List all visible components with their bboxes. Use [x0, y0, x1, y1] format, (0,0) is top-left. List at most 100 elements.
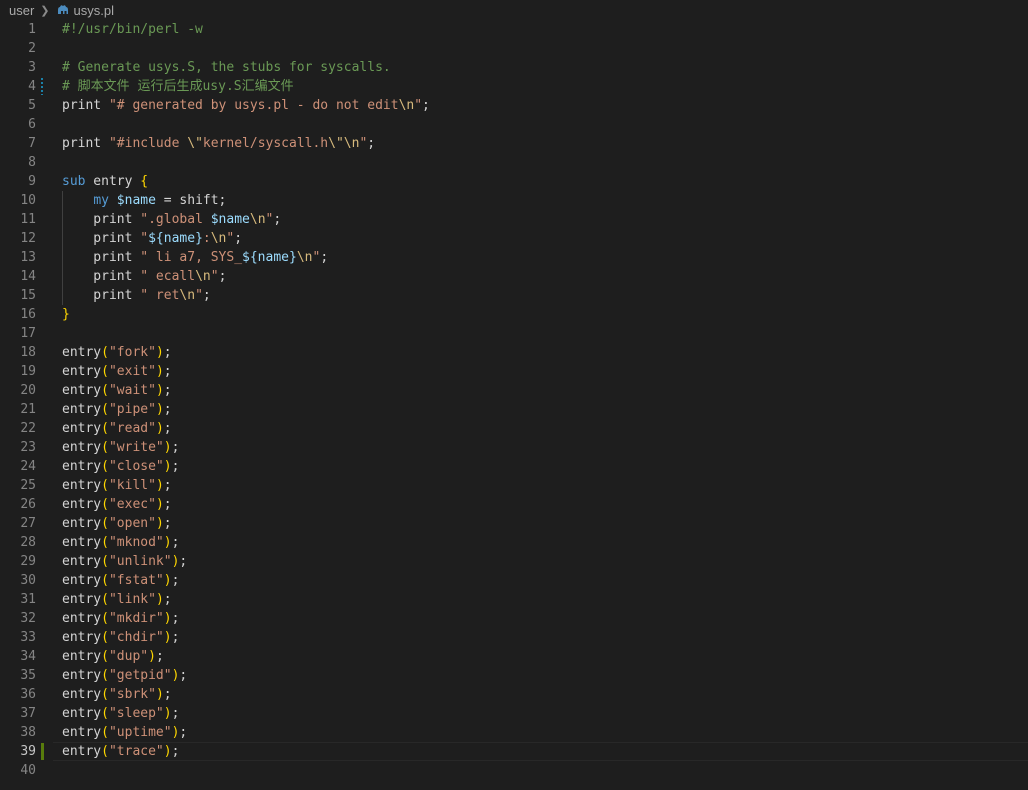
code-line[interactable]: 18 entry("fork"); — [0, 343, 1028, 362]
line-number: 36 — [20, 687, 36, 702]
code-token: "write" — [108, 440, 164, 455]
code-line[interactable]: 21 entry("pipe"); — [0, 400, 1028, 419]
code-token: " li a7, SYS_ — [140, 250, 243, 265]
code-line[interactable]: 9 sub entry { — [0, 172, 1028, 191]
code-line[interactable]: 7 print "#include \"kernel/syscall.h\"\n"… — [0, 134, 1028, 153]
code-line[interactable]: 4 # 脚本文件 运行后生成usy.S汇编文件 — [0, 77, 1028, 96]
code-line[interactable]: 32 entry("mkdir"); — [0, 609, 1028, 628]
code-line[interactable]: 6 — [0, 115, 1028, 134]
line-number: 15 — [20, 288, 36, 303]
line-number: 37 — [20, 706, 36, 721]
code-token: ( — [101, 744, 109, 759]
code-token: print — [62, 98, 109, 113]
code-line[interactable]: 36 entry("sbrk"); — [0, 685, 1028, 704]
code-token: entry — [62, 364, 102, 379]
code-token: ; — [422, 98, 430, 113]
code-line[interactable]: 25 entry("kill"); — [0, 476, 1028, 495]
code-editor[interactable]: 1 #!/usr/bin/perl -w 2 3 # Generate usys.S, … — [0, 20, 1028, 780]
code-text: entry("fork"); — [62, 343, 172, 362]
code-line[interactable]: 2 — [0, 39, 1028, 58]
code-line[interactable]: 33 entry("chdir"); — [0, 628, 1028, 647]
code-token: ; — [179, 668, 188, 683]
code-line[interactable]: 16} — [0, 305, 1028, 324]
code-line[interactable]: 38 entry("uptime"); — [0, 723, 1028, 742]
code-line[interactable]: 23 entry("write"); — [0, 438, 1028, 457]
code-line[interactable]: 22 entry("read"); — [0, 419, 1028, 438]
code-token: entry — [62, 497, 102, 512]
code-line[interactable]: 1 #!/usr/bin/perl -w — [0, 20, 1028, 39]
code-line[interactable]: 26 entry("exec"); — [0, 495, 1028, 514]
code-line[interactable]: 27 entry("open"); — [0, 514, 1028, 533]
code-token: "wait" — [108, 383, 156, 398]
code-line[interactable]: 30 entry("fstat"); — [0, 571, 1028, 590]
code-line[interactable]: 24 entry("close"); — [0, 457, 1028, 476]
code-text: # Generate usys.S, the stubs for syscall… — [62, 58, 391, 77]
code-token: entry — [62, 630, 102, 645]
code-token: ${name} — [148, 231, 203, 246]
code-line[interactable]: 8 — [0, 153, 1028, 172]
code-line[interactable]: 35 entry("getpid"); — [0, 666, 1028, 685]
code-token: ( — [101, 383, 109, 398]
code-line[interactable]: 40 — [0, 761, 1028, 780]
code-line[interactable]: 17 — [0, 324, 1028, 343]
code-token: ".global — [140, 212, 211, 227]
code-token: \n — [210, 231, 227, 246]
code-token: ${name} — [242, 250, 297, 265]
code-token: ( — [101, 668, 109, 683]
code-token: ; — [163, 497, 172, 512]
code-text: print "${name}:\n"; — [62, 229, 242, 248]
code-line[interactable]: 28 entry("mknod"); — [0, 533, 1028, 552]
code-line[interactable]: 10 my $name = shift; — [0, 191, 1028, 210]
code-line[interactable]: 12 print "${name}:\n"; — [0, 229, 1028, 248]
gutter-added-marker[interactable] — [41, 743, 44, 760]
line-number: 2 — [28, 41, 36, 56]
code-token: ( — [101, 649, 109, 664]
code-line[interactable]: 11 print ".global $name\n"; — [0, 210, 1028, 229]
code-line[interactable]: 29 entry("unlink"); — [0, 552, 1028, 571]
code-token: entry — [62, 649, 102, 664]
code-line[interactable]: 13 print " li a7, SYS_${name}\n"; — [0, 248, 1028, 267]
line-number: 9 — [28, 174, 36, 189]
code-text: entry("wait"); — [62, 381, 172, 400]
code-token: "unlink" — [108, 554, 172, 569]
code-token: entry — [62, 535, 102, 550]
code-token: ( — [101, 459, 109, 474]
code-token: print — [62, 288, 141, 303]
code-token: entry — [62, 592, 102, 607]
code-line[interactable]: 39 entry("trace"); — [0, 742, 1028, 761]
code-token: ; — [171, 440, 180, 455]
code-line[interactable]: 15 print " ret\n"; — [0, 286, 1028, 305]
code-token: entry — [62, 516, 102, 531]
code-token: # Generate usys.S, the stubs for syscall… — [62, 60, 391, 75]
code-text: entry("uptime"); — [62, 723, 187, 742]
code-token: $name — [116, 193, 156, 208]
code-token: my — [93, 193, 109, 208]
line-number: 34 — [20, 649, 36, 664]
code-token: "fstat" — [108, 573, 164, 588]
code-token: ) — [163, 573, 172, 588]
code-token: ) — [163, 440, 172, 455]
code-token: " — [414, 98, 423, 113]
code-line[interactable]: 20 entry("wait"); — [0, 381, 1028, 400]
code-line[interactable]: 31 entry("link"); — [0, 590, 1028, 609]
code-line[interactable]: 3 # Generate usys.S, the stubs for syscal… — [0, 58, 1028, 77]
code-token: entry — [62, 383, 102, 398]
code-line[interactable]: 37 entry("sleep"); — [0, 704, 1028, 723]
code-token: \n — [195, 269, 211, 284]
line-number: 3 — [28, 60, 36, 75]
line-number: 14 — [20, 269, 36, 284]
breadcrumb-file[interactable]: usys.pl — [74, 3, 114, 18]
gutter-modified-marker[interactable] — [41, 78, 43, 95]
code-token: entry — [62, 440, 102, 455]
code-line[interactable]: 14 print " ecall\n"; — [0, 267, 1028, 286]
code-token: print — [62, 136, 109, 151]
code-line[interactable]: 19 entry("exit"); — [0, 362, 1028, 381]
code-token: "chdir" — [108, 630, 164, 645]
code-line[interactable]: 34 entry("dup"); — [0, 647, 1028, 666]
breadcrumb-folder[interactable]: user — [9, 3, 34, 18]
code-line[interactable]: 5 print "# generated by usys.pl - do not … — [0, 96, 1028, 115]
code-token: ; — [234, 231, 243, 246]
code-token: " — [210, 269, 219, 284]
